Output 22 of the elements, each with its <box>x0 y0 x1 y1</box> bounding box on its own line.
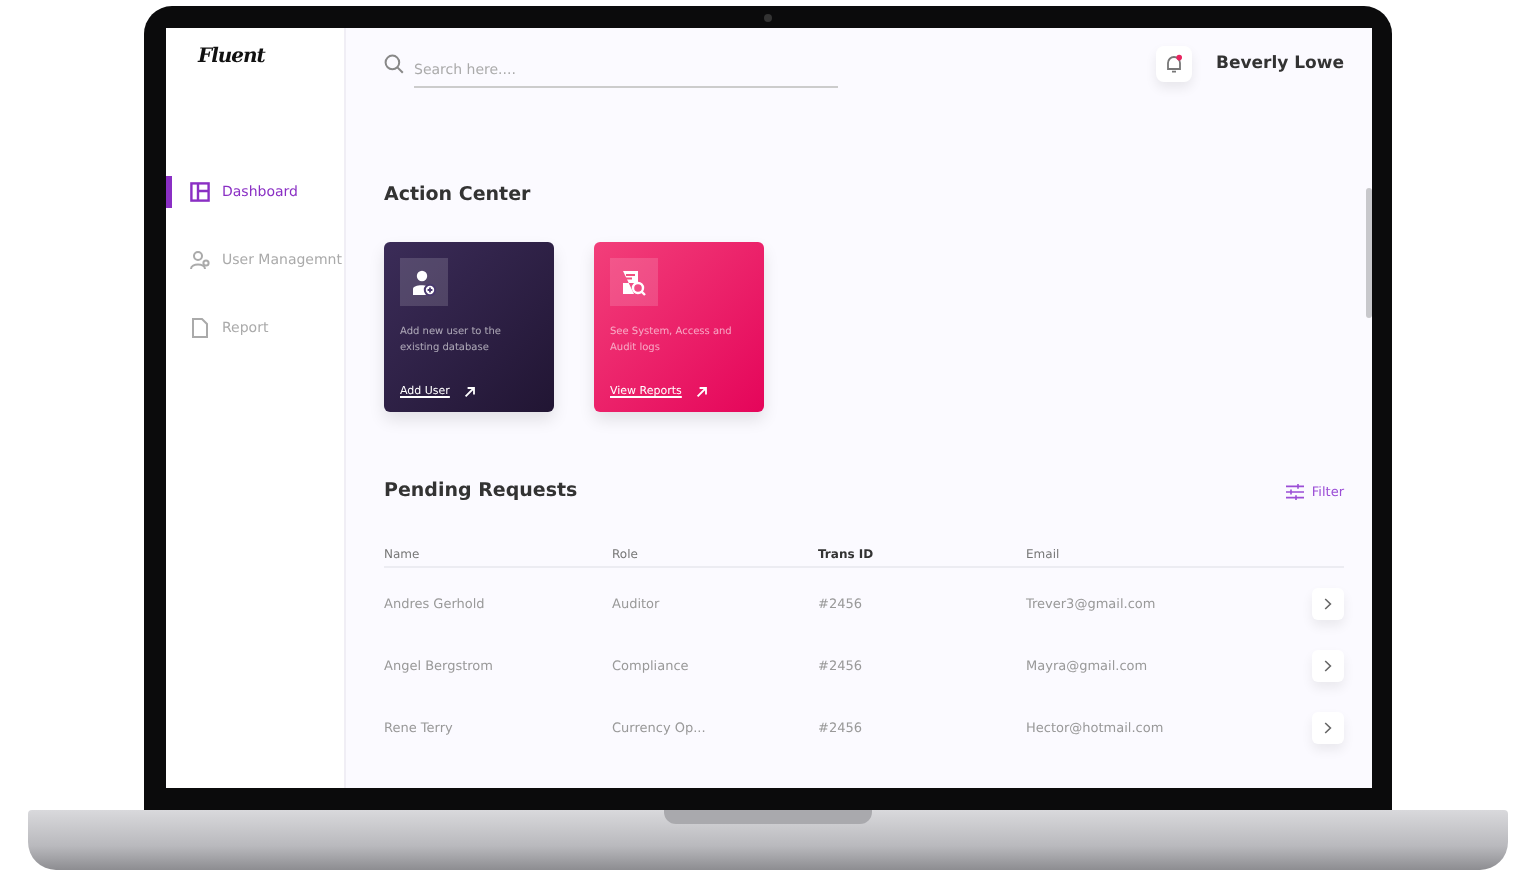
users-icon <box>190 250 210 270</box>
bell-icon <box>1163 54 1184 74</box>
chevron-right-icon <box>1324 659 1332 671</box>
search-icon <box>384 54 404 74</box>
row-open-button[interactable] <box>1312 711 1344 743</box>
arrow-icon <box>695 386 708 398</box>
document-icon <box>190 318 210 338</box>
row-open-button[interactable] <box>1312 649 1344 681</box>
logo: Fluent <box>198 46 268 68</box>
section-title: Pending Requests <box>384 480 578 502</box>
sliders-icon <box>1285 483 1304 499</box>
log-search-icon <box>622 269 646 295</box>
arrow-icon <box>463 386 476 398</box>
layout-icon <box>190 182 210 202</box>
chevron-right-icon <box>1324 721 1332 733</box>
section-title: Action Center <box>384 184 533 206</box>
user-name[interactable]: Beverly Lowe <box>1215 54 1344 74</box>
scrollbar[interactable] <box>1366 188 1372 318</box>
chevron-right-icon <box>1324 597 1332 609</box>
row-open-button[interactable] <box>1312 587 1344 619</box>
add-user-icon <box>412 269 436 295</box>
notification-button[interactable] <box>1155 46 1192 82</box>
